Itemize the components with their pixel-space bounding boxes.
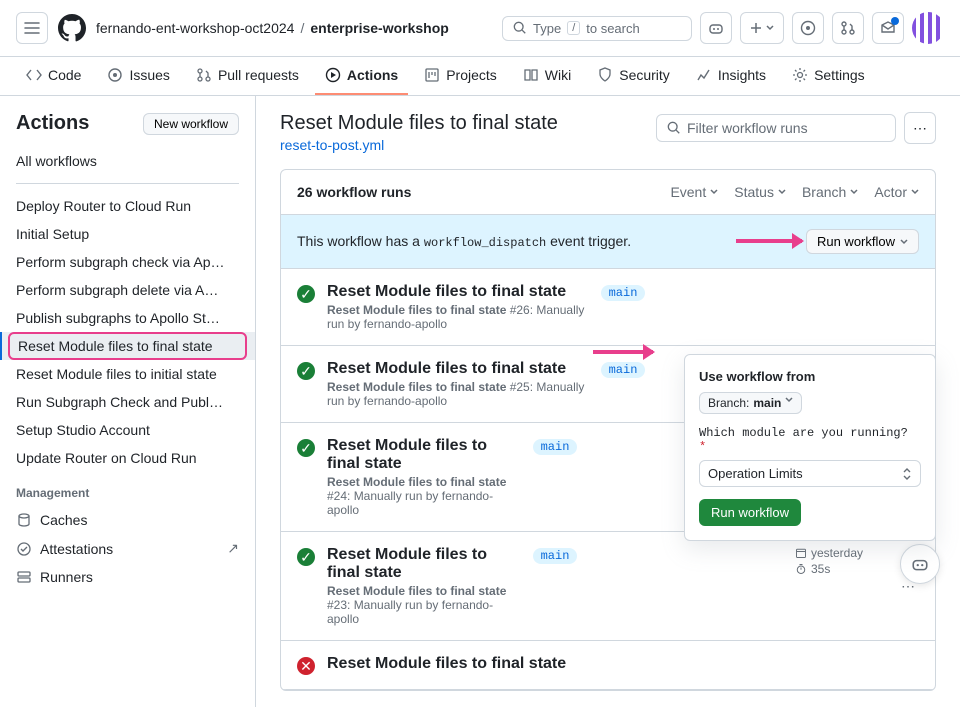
calendar-icon [795, 547, 807, 559]
run-title[interactable]: Reset Module files to final state [327, 655, 617, 673]
tab-security[interactable]: Security [587, 57, 680, 95]
create-new-button[interactable] [740, 12, 784, 44]
tab-issues[interactable]: Issues [97, 57, 179, 95]
run-subtitle: Reset Module files to final state #26: M… [327, 303, 589, 331]
search-suffix: to search [586, 21, 639, 36]
sidebar-item-run-subgraph-check[interactable]: Run Subgraph Check and Publish [0, 388, 255, 416]
run-title[interactable]: Reset Module files to final state [327, 437, 521, 473]
tab-wiki[interactable]: Wiki [513, 57, 581, 95]
run-workflow-popover: Use workflow from Branch: main Which mod… [684, 354, 936, 541]
chevron-down-icon [785, 396, 793, 404]
database-icon [16, 512, 32, 528]
filter-status[interactable]: Status [734, 184, 786, 200]
workflow-run-row[interactable]: ✓ Reset Module files to final state Rese… [281, 532, 935, 641]
module-label: Which module are you running? * [699, 426, 921, 454]
branch-tag[interactable]: main [533, 439, 578, 455]
verified-icon [16, 541, 32, 557]
workflow-kebab-button[interactable]: ⋯ [904, 112, 936, 144]
copilot-fab[interactable] [900, 544, 940, 584]
hamburger-menu[interactable] [16, 12, 48, 44]
stopwatch-icon [795, 563, 807, 575]
status-icon: ✕ [297, 657, 315, 675]
sidebar-item-reset-final[interactable]: Reset Module files to final state [0, 332, 255, 360]
status-icon: ✓ [297, 285, 315, 303]
annotation-arrow [736, 239, 802, 243]
workflow-run-row[interactable]: ✓ Reset Module files to final state Rese… [281, 269, 935, 346]
branch-tag[interactable]: main [601, 362, 646, 378]
sidebar-mgmt-label: Management [0, 472, 255, 506]
select-arrows-icon [902, 467, 912, 481]
workflow-file-link[interactable]: reset-to-post.yml [280, 137, 384, 153]
search-kbd: / [567, 21, 580, 35]
tab-projects[interactable]: Projects [414, 57, 507, 95]
sidebar-all-workflows[interactable]: All workflows [0, 147, 255, 175]
workflow-title: Reset Module files to final state [280, 112, 558, 135]
filter-branch[interactable]: Branch [802, 184, 858, 200]
sidebar-item-initial-setup[interactable]: Initial Setup [0, 220, 255, 248]
tab-settings[interactable]: Settings [782, 57, 875, 95]
breadcrumb-sep: / [300, 20, 304, 36]
popover-use-from-label: Use workflow from [699, 369, 921, 384]
sidebar-item-publish-subgraphs[interactable]: Publish subgraphs to Apollo Studio [0, 304, 255, 332]
breadcrumb-owner[interactable]: fernando-ent-workshop-oct2024 [96, 20, 294, 36]
run-meta: yesterday 35s [795, 546, 885, 576]
status-icon: ✓ [297, 362, 315, 380]
runs-count: 26 workflow runs [297, 184, 411, 200]
annotation-arrow [593, 350, 653, 354]
issues-button[interactable] [792, 12, 824, 44]
sidebar-runners[interactable]: Runners [0, 563, 255, 591]
dispatch-banner-text: This workflow has a workflow_dispatch ev… [297, 233, 631, 250]
search-icon [667, 121, 681, 135]
filter-event[interactable]: Event [670, 184, 718, 200]
run-subtitle: Reset Module files to final state #23: M… [327, 584, 521, 626]
sidebar-item-deploy-router[interactable]: Deploy Router to Cloud Run [0, 192, 255, 220]
run-workflow-dropdown-button[interactable]: Run workflow [806, 229, 919, 254]
search-prefix: Type [533, 21, 561, 36]
sidebar-attestations[interactable]: Attestations↗ [0, 534, 255, 563]
github-logo[interactable] [56, 12, 88, 44]
sidebar-item-reset-initial[interactable]: Reset Module files to initial state [0, 360, 255, 388]
run-workflow-submit-button[interactable]: Run workflow [699, 499, 801, 526]
branch-tag[interactable]: main [533, 548, 578, 564]
workflow-run-row[interactable]: ✕ Reset Module files to final state [281, 641, 935, 690]
sidebar-item-subgraph-check[interactable]: Perform subgraph check via Apollo … [0, 248, 255, 276]
filter-runs-input[interactable]: Filter workflow runs [656, 114, 896, 142]
sidebar-item-subgraph-delete[interactable]: Perform subgraph delete via Apollo… [0, 276, 255, 304]
branch-tag[interactable]: main [601, 285, 646, 301]
run-subtitle: Reset Module files to final state #25: M… [327, 380, 589, 408]
module-select[interactable]: Operation Limits [699, 460, 921, 487]
notifications-button[interactable] [872, 12, 904, 44]
external-link-icon: ↗ [227, 540, 239, 557]
run-subtitle: Reset Module files to final state #24: M… [327, 475, 521, 517]
breadcrumb-repo[interactable]: enterprise-workshop [310, 20, 448, 36]
copilot-button[interactable] [700, 12, 732, 44]
search-input[interactable]: Type / to search [502, 16, 692, 41]
pull-requests-button[interactable] [832, 12, 864, 44]
status-icon: ✓ [297, 439, 315, 457]
run-title[interactable]: Reset Module files to final state [327, 360, 589, 378]
sidebar-item-update-router[interactable]: Update Router on Cloud Run [0, 444, 255, 472]
tab-code[interactable]: Code [16, 57, 91, 95]
new-workflow-button[interactable]: New workflow [143, 113, 239, 135]
run-title[interactable]: Reset Module files to final state [327, 546, 521, 582]
tab-insights[interactable]: Insights [686, 57, 776, 95]
sidebar-item-setup-studio[interactable]: Setup Studio Account [0, 416, 255, 444]
sidebar-title: Actions [16, 112, 89, 135]
chevron-down-icon [900, 238, 908, 246]
tab-actions[interactable]: Actions [315, 57, 408, 95]
sidebar-caches[interactable]: Caches [0, 506, 255, 534]
search-icon [513, 21, 527, 35]
filter-actor[interactable]: Actor [874, 184, 919, 200]
tab-pull-requests[interactable]: Pull requests [186, 57, 309, 95]
run-title[interactable]: Reset Module files to final state [327, 283, 589, 301]
server-icon [16, 569, 32, 585]
avatar[interactable] [912, 12, 944, 44]
branch-select[interactable]: Branch: main [699, 392, 802, 414]
breadcrumb: fernando-ent-workshop-oct2024 / enterpri… [96, 20, 449, 36]
status-icon: ✓ [297, 548, 315, 566]
